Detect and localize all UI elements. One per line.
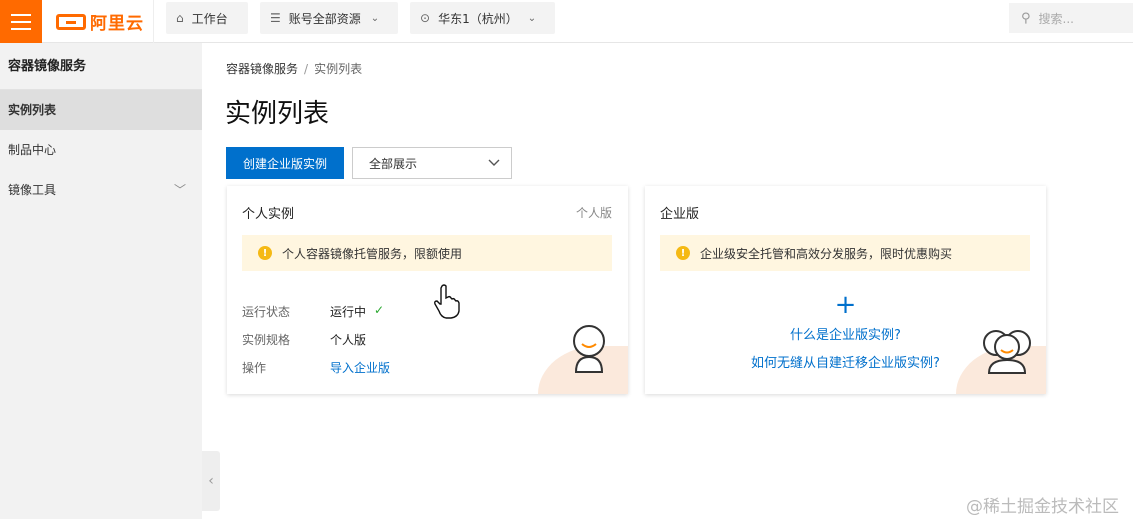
sidebar-item-artifact-center[interactable]: 制品中心 (0, 130, 202, 170)
aliyun-logo[interactable]: 阿里云 (42, 0, 154, 43)
notice-banner: ! 个人容器镜像托管服务，限额使用 (242, 235, 612, 271)
warning-icon: ! (258, 246, 272, 260)
group-icon (983, 330, 1031, 374)
create-enterprise-instance-button[interactable]: 创建企业版实例 (226, 147, 344, 179)
status-row: 运行状态 运行中 ✓ (242, 303, 385, 319)
breadcrumb-root[interactable]: 容器镜像服务 (226, 62, 298, 76)
aliyun-logo-icon (56, 13, 86, 30)
person-icon (573, 325, 605, 373)
stack-icon: ☰ (270, 11, 281, 25)
warning-icon: ! (676, 246, 690, 260)
sidebar: 容器镜像服务 实例列表 制品中心 镜像工具 ﹀ (0, 43, 202, 519)
workbench-button[interactable]: ⌂ 工作台 (166, 2, 248, 34)
chevron-down-icon: ⌄ (370, 12, 380, 24)
action-row: 操作 导入企业版 (242, 359, 391, 376)
breadcrumb: 容器镜像服务 / 实例列表 (226, 62, 363, 76)
region-dropdown[interactable]: ⊙ 华东1（杭州） ⌄ (410, 2, 555, 34)
search-input[interactable]: ⚲ 搜索... (1009, 3, 1133, 33)
edition-tag: 个人版 (575, 206, 612, 220)
chevron-left-icon: ‹ (208, 473, 214, 489)
sidebar-item-image-tools[interactable]: 镜像工具 ﹀ (0, 170, 202, 210)
sidebar-item-instance-list[interactable]: 实例列表 (0, 90, 202, 130)
chevron-down-icon: ﹀ (173, 183, 186, 197)
enterprise-card[interactable]: 企业版 ! 企业级安全托管和高效分发服务，限时优惠购买 + 什么是企业版实例? … (645, 186, 1046, 394)
import-enterprise-link[interactable]: 导入企业版 (330, 359, 390, 376)
card-title: 企业版 (660, 207, 700, 222)
sidebar-title: 容器镜像服务 (0, 43, 202, 90)
location-pin-icon: ⊙ (420, 11, 431, 25)
filter-select[interactable]: 全部展示 (352, 147, 512, 179)
resources-dropdown[interactable]: ☰ 账号全部资源 ⌄ (260, 2, 398, 34)
hand-cursor-icon (434, 284, 460, 319)
search-icon: ⚲ (1021, 10, 1031, 26)
chevron-down-icon: ⌄ (527, 12, 537, 24)
plus-icon[interactable]: + (645, 292, 1046, 318)
watermark: @稀土掘金技术社区 (966, 497, 1119, 517)
home-icon: ⌂ (176, 11, 184, 25)
breadcrumb-current: 实例列表 (314, 62, 363, 76)
hamburger-menu-icon[interactable] (0, 0, 42, 43)
top-bar: 阿里云 ⌂ 工作台 ☰ 账号全部资源 ⌄ ⊙ 华东1（杭州） ⌄ ⚲ 搜索... (0, 0, 1133, 43)
check-icon: ✓ (374, 303, 385, 317)
notice-banner: ! 企业级安全托管和高效分发服务，限时优惠购买 (660, 235, 1030, 271)
chevron-down-icon (487, 156, 501, 173)
sidebar-collapse-handle[interactable]: ‹ (202, 451, 220, 511)
personal-instance-card[interactable]: 个人实例 个人版 ! 个人容器镜像托管服务，限额使用 运行状态 运行中 ✓ 实例… (227, 186, 628, 394)
spec-row: 实例规格 个人版 (242, 333, 367, 347)
page-title: 实例列表 (225, 99, 330, 129)
card-title: 个人实例 (242, 207, 295, 222)
